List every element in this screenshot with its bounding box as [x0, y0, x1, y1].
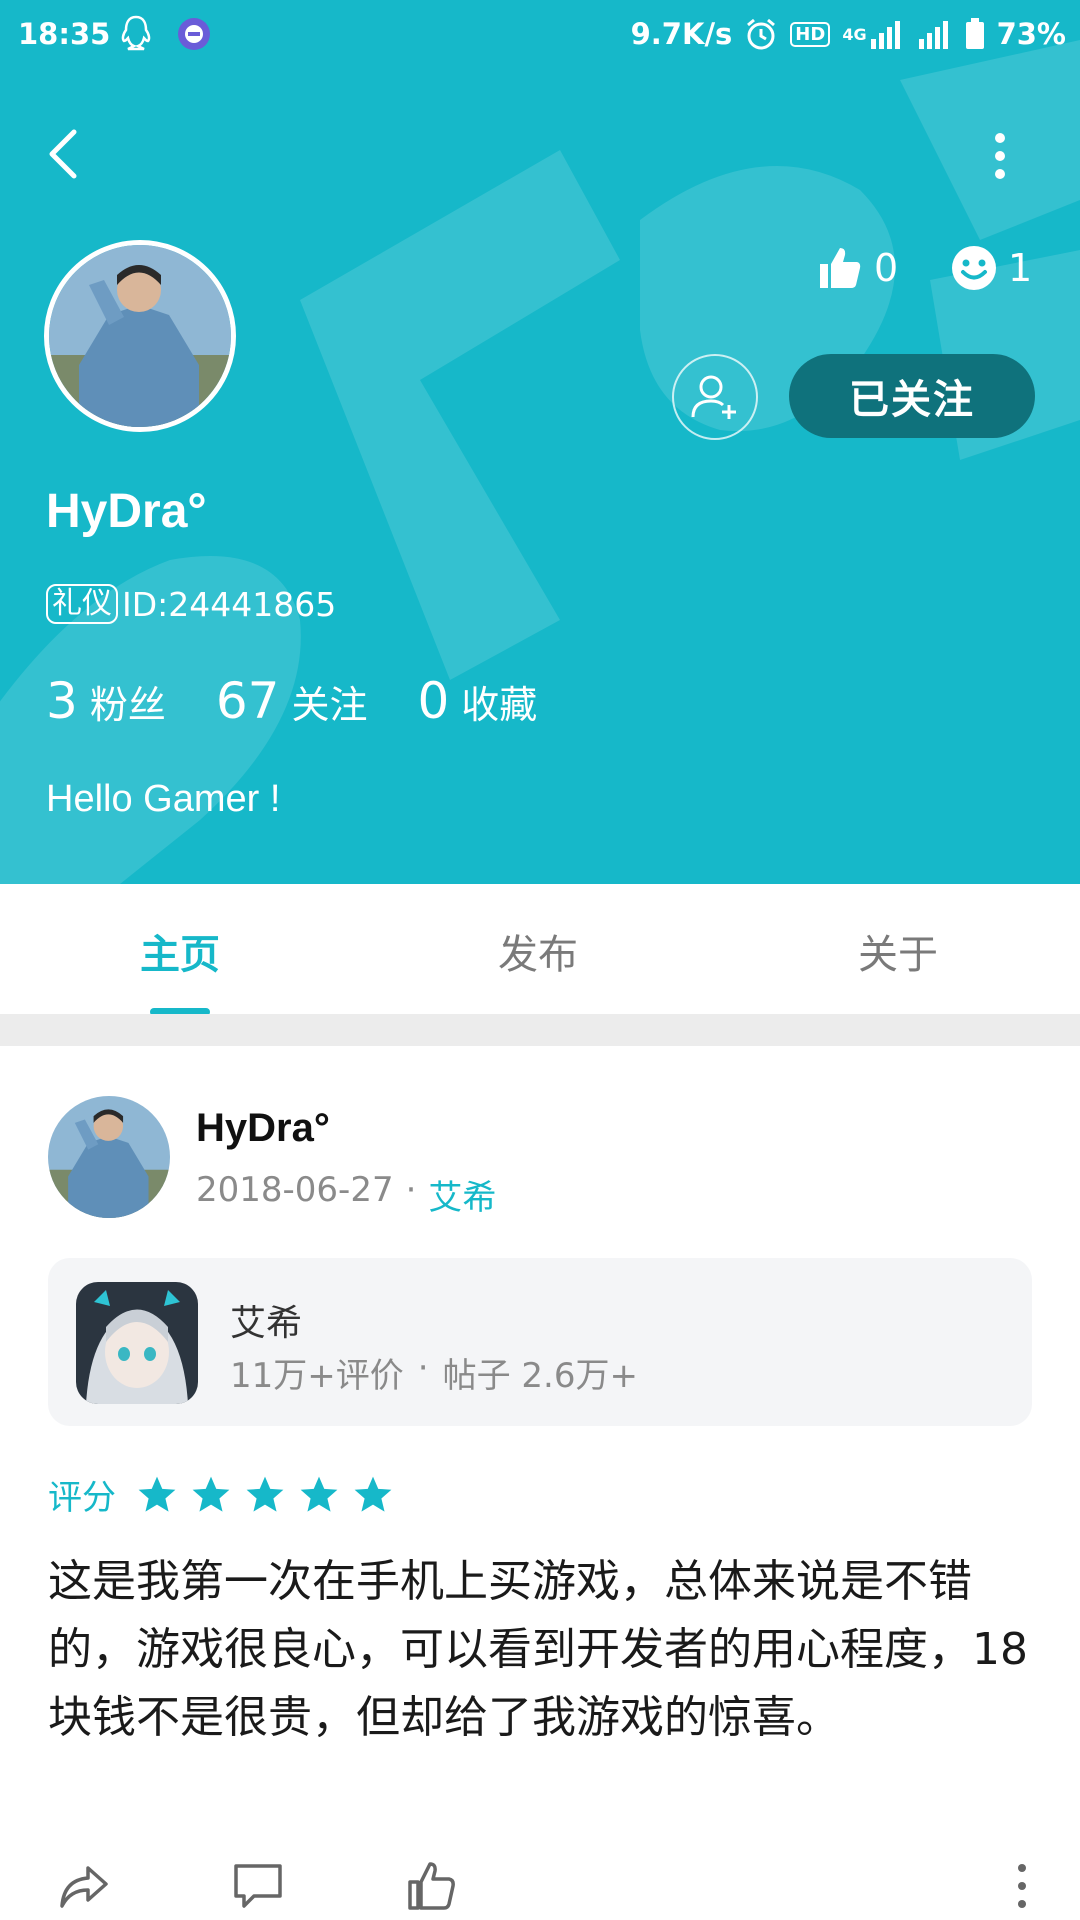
faces-stat[interactable]: 1: [950, 244, 1032, 292]
likes-count: 0: [874, 246, 899, 290]
post-game-link[interactable]: 艾希: [428, 1170, 496, 1219]
post-date: 2018-06-27: [196, 1170, 394, 1210]
star-icon: [354, 1476, 392, 1512]
game-stats: 11万+评价 · 帖子 2.6万+: [230, 1348, 638, 1397]
game-card[interactable]: 艾希 11万+评价 · 帖子 2.6万+: [48, 1258, 1032, 1426]
section-divider: [0, 1014, 1080, 1046]
game-title: 艾希: [230, 1303, 303, 1344]
stats-separator: ·: [417, 1348, 429, 1388]
favorites-label[interactable]: 收藏: [461, 674, 537, 729]
net-speed: 9.7K/s: [630, 17, 733, 51]
share-icon[interactable]: [56, 1858, 112, 1914]
post-meta: 2018-06-27 · 艾希: [196, 1170, 496, 1219]
status-left-icons: [118, 14, 212, 54]
rating-label: 评分: [48, 1478, 116, 1518]
signal-2-icon: [918, 21, 948, 49]
signal-icon: [870, 21, 900, 49]
fans-label[interactable]: 粉丝: [90, 674, 166, 729]
smiley-icon: [952, 246, 996, 290]
post-actions: [0, 1858, 1080, 1920]
avatar-photo: [48, 1096, 170, 1218]
tab-about[interactable]: 关于: [858, 922, 938, 980]
add-friend-button[interactable]: [672, 354, 758, 440]
app-notification-icon: [178, 18, 210, 50]
back-icon[interactable]: [40, 124, 90, 184]
post-author-avatar[interactable]: [48, 1096, 170, 1218]
tab-home[interactable]: 主页: [140, 922, 220, 980]
game-posts: 帖子 2.6万+: [442, 1356, 638, 1396]
status-bar: 18:35 9.7K/s HD 4G 73%: [0, 0, 1080, 70]
meta-separator: ·: [405, 1170, 417, 1210]
game-reviews: 11万+评价: [230, 1356, 404, 1396]
status-time: 18:35: [18, 17, 111, 51]
profile-counts: 3 粉丝 67 关注 0 收藏: [46, 672, 587, 730]
comment-icon[interactable]: [230, 1858, 286, 1914]
profile-tabs: 主页 发布 关于: [0, 884, 1080, 1014]
add-friend-icon: [691, 375, 736, 419]
follow-button[interactable]: 已关注: [789, 354, 1035, 438]
like-icon[interactable]: [404, 1858, 460, 1914]
favorites-count[interactable]: 0: [417, 672, 449, 730]
following-count[interactable]: 67: [216, 672, 280, 730]
fans-count[interactable]: 3: [46, 672, 78, 730]
post-more-icon[interactable]: [1006, 1858, 1038, 1914]
tab-publish[interactable]: 发布: [498, 922, 578, 980]
status-right: 9.7K/s HD 4G 73%: [631, 17, 1066, 51]
qq-icon: [121, 15, 151, 51]
star-icon: [138, 1476, 176, 1512]
post-author-name[interactable]: HyDra°: [196, 1106, 330, 1151]
profile-header: 18:35 9.7K/s HD 4G 73% 0 1 已关注 HyDra° 礼仪…: [0, 0, 1080, 884]
etiquette-badge: 礼仪: [46, 584, 118, 624]
game-art: [76, 1282, 198, 1404]
star-icon: [192, 1476, 230, 1512]
id-row: 礼仪 ID:24441865: [46, 584, 336, 624]
alarm-icon: [747, 18, 776, 50]
following-label[interactable]: 关注: [291, 674, 367, 729]
avatar-photo: [49, 245, 231, 427]
star-icon: [300, 1476, 338, 1512]
more-icon[interactable]: [980, 126, 1020, 186]
profile-avatar[interactable]: [44, 240, 236, 432]
star-icon: [246, 1476, 284, 1512]
post-body[interactable]: 这是我第一次在手机上买游戏，总体来说是不错的，游戏很良心，可以看到开发者的用心程…: [48, 1548, 1032, 1752]
hd-badge: HD: [790, 21, 831, 47]
game-icon: [76, 1282, 198, 1404]
thumbs-up-icon: [820, 248, 861, 288]
battery-level: 73%: [996, 17, 1066, 51]
faces-count: 1: [1008, 246, 1033, 290]
rating-row: 评分: [48, 1470, 394, 1519]
profile-name: HyDra°: [46, 485, 207, 538]
battery-icon: [965, 18, 984, 49]
network-type: 4G: [842, 24, 867, 44]
user-id: ID:24441865: [122, 584, 337, 624]
likes-stat[interactable]: 0: [816, 244, 898, 292]
profile-bio: Hello Gamer !: [46, 778, 281, 820]
watermark-logo: [0, 40, 1080, 884]
